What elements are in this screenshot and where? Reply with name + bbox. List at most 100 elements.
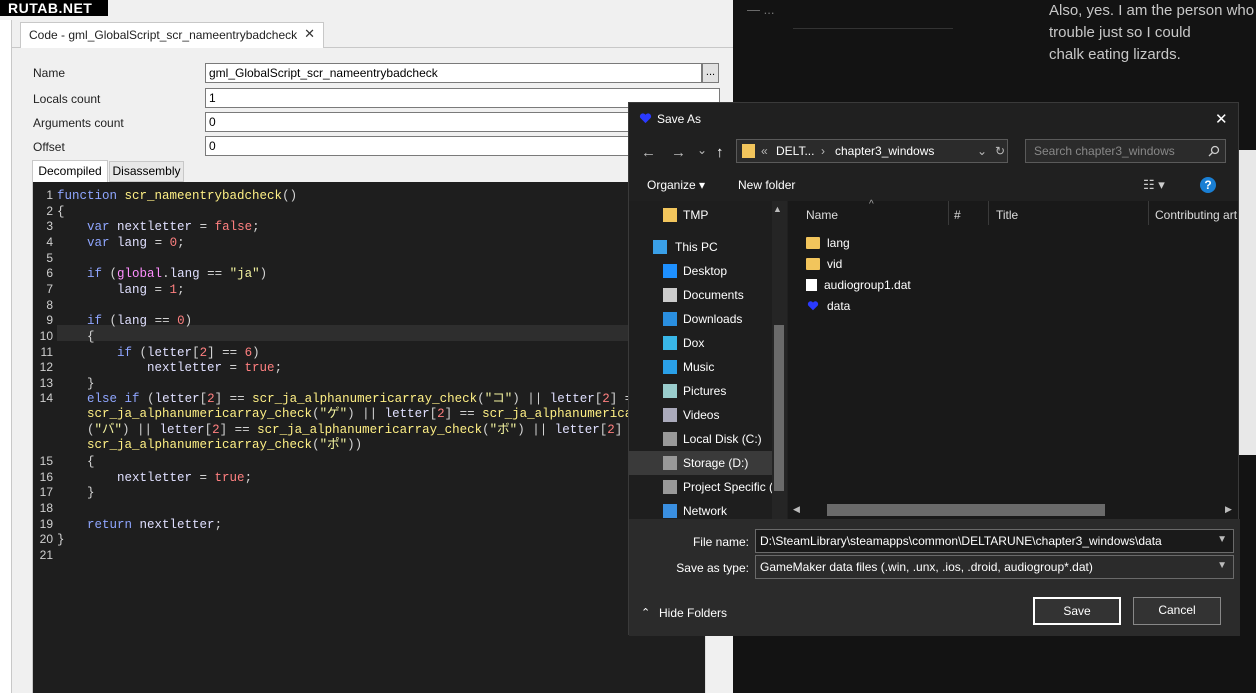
cancel-button[interactable]: Cancel — [1133, 597, 1221, 625]
tab-disassembly[interactable]: Disassembly — [109, 161, 184, 182]
code-line[interactable]: 17 } — [33, 484, 653, 500]
help-icon[interactable]: ? — [1200, 177, 1216, 193]
file-item-audiogroup1[interactable]: audiogroup1.dat — [806, 275, 911, 296]
code-line[interactable]: 14 else if (letter[2] == scr_ja_alphanum… — [33, 390, 653, 406]
nav-item-tmp[interactable]: TMP — [629, 203, 787, 227]
nav-item-downloads[interactable]: Downloads — [629, 307, 787, 331]
close-icon[interactable]: ✕ — [1215, 110, 1228, 128]
column-number[interactable]: # — [954, 208, 961, 222]
nav-item-desktop[interactable]: Desktop — [629, 259, 787, 283]
drive-icon — [663, 432, 677, 446]
file-list[interactable]: Name ^ # Title Contributing art lang vid… — [788, 199, 1238, 519]
breadcrumb-deltarune[interactable]: DELT... — [776, 144, 814, 158]
code-line[interactable]: 18 — [33, 500, 653, 516]
dialog-titlebar[interactable]: Save As ✕ — [629, 103, 1240, 135]
folder-icon — [806, 258, 820, 270]
code-line[interactable]: 19 return nextletter; — [33, 516, 653, 532]
code-line[interactable]: 20} — [33, 531, 653, 547]
search-input[interactable]: Search chapter3_windows — [1025, 139, 1226, 163]
tab-code[interactable]: Code - gml_GlobalScript_scr_nameentrybad… — [20, 22, 324, 48]
code-line[interactable]: 11 if (letter[2] == 6) — [33, 344, 653, 360]
code-line[interactable]: 3 var nextletter = false; — [33, 218, 653, 234]
line-number: 9 — [46, 313, 53, 328]
chat-line: trouble just so I could — [1049, 24, 1191, 41]
code-line[interactable]: 6 if (global.lang == "ja") — [33, 265, 653, 281]
nav-item-project-specific[interactable]: Project Specific ( — [629, 475, 787, 499]
file-item-vid[interactable]: vid — [806, 254, 842, 275]
file-name-input[interactable]: D:\SteamLibrary\steamapps\common\DELTARU… — [755, 529, 1234, 553]
code-line[interactable]: 2{ — [33, 203, 653, 219]
back-arrow-icon[interactable]: ← — [641, 144, 656, 161]
up-arrow-icon[interactable]: ↑ — [716, 144, 724, 161]
column-name[interactable]: Name — [806, 208, 838, 222]
code-line[interactable]: 7 lang = 1; — [33, 281, 653, 297]
file-name: vid — [827, 257, 843, 271]
breadcrumb-chapter3[interactable]: chapter3_windows — [835, 144, 934, 158]
code-line[interactable]: 16 nextletter = true; — [33, 469, 653, 485]
horizontal-scrollbar-thumb[interactable] — [827, 504, 1105, 516]
refresh-icon[interactable]: ↻ — [995, 144, 1005, 158]
nav-item-this-pc[interactable]: This PC — [629, 235, 787, 259]
browse-button[interactable]: ... — [702, 63, 719, 83]
chevron-down-icon[interactable]: ▼ — [1217, 534, 1227, 545]
column-title[interactable]: Title — [996, 208, 1018, 222]
new-folder-button[interactable]: New folder — [738, 178, 795, 192]
chat-line: Also, yes. I am the person who — [1049, 2, 1255, 19]
tab-decompiled[interactable]: Decompiled — [32, 160, 108, 182]
nav-item-videos[interactable]: Videos — [629, 403, 787, 427]
code-line[interactable]: 10 { — [33, 328, 653, 344]
save-button[interactable]: Save — [1033, 597, 1121, 625]
recent-dropdown-icon[interactable]: ⌄ — [697, 143, 707, 157]
nav-scrollbar-thumb[interactable] — [774, 325, 784, 491]
nav-item-local-disk-c[interactable]: Local Disk (C:) — [629, 427, 787, 451]
chevron-down-icon[interactable]: ▼ — [1217, 560, 1227, 571]
code-line[interactable]: 5 — [33, 250, 653, 266]
line-number: 19 — [39, 516, 53, 531]
line-number: 7 — [46, 281, 53, 296]
name-field[interactable]: gml_GlobalScript_scr_nameentrybadcheck — [205, 63, 702, 83]
code-line[interactable]: scr_ja_alphanumericarray_check("ポ")) — [33, 437, 653, 453]
folder-icon — [742, 144, 755, 158]
code-line[interactable]: 9 if (lang == 0) — [33, 312, 653, 328]
view-options-icon[interactable]: ☷ ▾ — [1143, 177, 1165, 193]
background-chat-text: Also, yes. I am the person who trouble j… — [1049, 0, 1256, 66]
address-dropdown-icon[interactable]: ⌄ — [977, 144, 987, 158]
nav-item-music[interactable]: Music — [629, 355, 787, 379]
navigation-pane[interactable]: TMP This PC Desktop Documents Downloads Dox Mu… — [629, 201, 787, 519]
nav-item-label: Desktop — [683, 264, 728, 278]
file-item-lang[interactable]: lang — [806, 233, 850, 254]
code-line[interactable]: 1 function scr_nameentrybadcheck() — [33, 187, 653, 203]
organize-button[interactable]: Organize ▾ — [647, 178, 705, 192]
code-line[interactable]: 15 { — [33, 453, 653, 469]
code-editor[interactable]: 1 function scr_nameentrybadcheck() 2{3 var… — [32, 182, 722, 693]
close-icon[interactable]: ✕ — [304, 27, 315, 41]
code-line[interactable]: scr_ja_alphanumericarray_check("ゲ") || l… — [33, 406, 653, 422]
save-type-select[interactable]: GameMaker data files (.win, .unx, .ios, … — [755, 555, 1234, 579]
scroll-left-icon[interactable]: ◀ — [793, 504, 800, 515]
hide-folders-button[interactable]: Hide Folders — [659, 606, 727, 620]
nav-item-dox[interactable]: Dox — [629, 331, 787, 355]
scroll-up-icon[interactable]: ▲ — [773, 204, 782, 214]
column-contributing-artists[interactable]: Contributing art — [1155, 208, 1237, 222]
folder-icon — [806, 237, 820, 249]
nav-item-label: Documents — [683, 288, 744, 302]
nav-item-label: TMP — [683, 208, 709, 222]
forward-arrow-icon[interactable]: → — [671, 144, 686, 161]
code-line[interactable]: 8 — [33, 297, 653, 313]
arguments-count-label: Arguments count — [33, 116, 124, 130]
nav-item-storage-d[interactable]: Storage (D:) — [629, 451, 787, 475]
code-line[interactable]: 4 var lang = 0; — [33, 234, 653, 250]
code-line[interactable]: ("バ") || letter[2] == scr_ja_alphanumeri… — [33, 422, 653, 438]
nav-item-documents[interactable]: Documents — [629, 283, 787, 307]
code-line[interactable]: 12 nextletter = true; — [33, 359, 653, 375]
nav-item-network[interactable]: Network — [629, 499, 787, 519]
file-item-data[interactable]: data — [806, 296, 850, 317]
file-name-label: File name: — [692, 535, 749, 549]
address-bar[interactable]: « DELT... › chapter3_windows ⌄ ↻ — [736, 139, 1008, 163]
line-number: 20 — [39, 532, 53, 547]
nav-item-pictures[interactable]: Pictures — [629, 379, 787, 403]
scroll-right-icon[interactable]: ▶ — [1225, 504, 1232, 515]
watermark: RUTAB.NET — [0, 0, 108, 16]
code-line[interactable]: 13 } — [33, 375, 653, 391]
code-line[interactable]: 21 — [33, 547, 653, 563]
